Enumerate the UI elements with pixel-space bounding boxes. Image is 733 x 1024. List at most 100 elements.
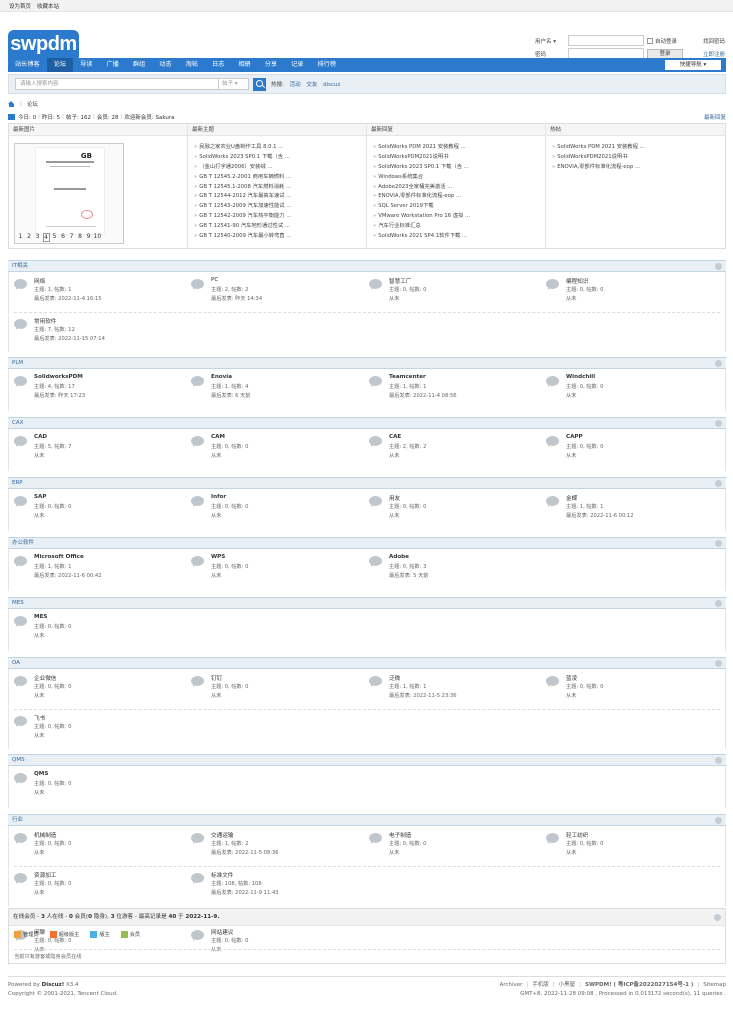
category-header[interactable]: 行业 (8, 814, 726, 826)
forum-icon[interactable] (546, 496, 559, 507)
thread-link[interactable]: GB T 12543-2009 汽车加速性能试 ... (194, 202, 364, 212)
forum-icon[interactable] (14, 676, 27, 687)
forum-item[interactable]: QMS 主题: 0, 帖数: 0 从未 (9, 768, 179, 804)
forum-last-post[interactable]: 从未 (389, 452, 399, 459)
forum-last-post[interactable]: 最后发表: 2022-11-6 00:42 (34, 572, 102, 579)
set-homepage-link[interactable]: 设为首页 (9, 2, 31, 10)
forum-last-post[interactable]: 最后发表: 2022-11-4 16:15 (34, 295, 102, 302)
forum-name[interactable]: 钉钉 (211, 674, 222, 682)
forum-item[interactable]: 标准文件 主题: 108, 帖数: 108 最后发表: 2022-11-9 11:4… (186, 868, 356, 904)
forum-item[interactable]: SAP 主题: 0, 帖数: 0 从未 (9, 491, 179, 527)
category-header[interactable]: QMS (8, 754, 726, 766)
forum-name[interactable]: 编程知识 (566, 277, 588, 285)
forum-name[interactable]: 机械制造 (34, 831, 56, 839)
forum-name[interactable]: MES (34, 614, 47, 620)
forum-last-post[interactable]: 从未 (566, 295, 576, 302)
forum-icon[interactable] (14, 496, 27, 507)
forum-icon[interactable] (546, 676, 559, 687)
online-header[interactable]: 在线会员 - 3 人在线 - 0 会员(0 隐身), 3 位游客 - 最高记录是… (9, 909, 725, 926)
page-number[interactable]: 4 (42, 233, 50, 242)
forum-last-post[interactable]: 从未 (211, 572, 221, 579)
thread-link[interactable]: Windows系统集合 (373, 173, 543, 183)
category-title[interactable]: 行业 (12, 817, 23, 823)
forum-icon[interactable] (191, 833, 204, 844)
forum-item[interactable]: 常用软件 主题: 7, 帖数: 12 最后发表: 2022-11-15 07:14 (9, 314, 179, 350)
forum-last-post[interactable]: 从未 (34, 632, 44, 639)
page-number[interactable]: 7 (68, 233, 75, 242)
forum-item[interactable]: Infor 主题: 0, 帖数: 0 从未 (186, 491, 356, 527)
forum-name[interactable]: 蓝凌 (566, 674, 577, 682)
forum-name[interactable]: CAD (34, 434, 47, 440)
register-link[interactable]: 立即注册 (703, 50, 725, 58)
forum-name[interactable]: Infor (211, 494, 226, 500)
forum-last-post[interactable]: 最后发表: 昨天 17:23 (34, 392, 85, 399)
forum-item[interactable]: PC 主题: 2, 帖数: 2 最后发表: 昨天 14:34 (186, 274, 356, 310)
forum-name[interactable]: QMS (34, 771, 48, 777)
category-title[interactable]: IT相关 (12, 263, 28, 269)
forum-last-post[interactable]: 从未 (211, 452, 221, 459)
forum-icon[interactable] (369, 833, 382, 844)
forum-icon[interactable] (546, 376, 559, 387)
forum-icon[interactable] (14, 716, 27, 727)
category-title[interactable]: CAX (12, 420, 23, 426)
forum-last-post[interactable]: 从未 (389, 295, 399, 302)
stat-welcome[interactable]: 欢迎新会员: Sakura (124, 113, 174, 121)
forum-icon[interactable] (369, 436, 382, 447)
footer-link[interactable]: Archiver (500, 982, 523, 988)
nav-item[interactable]: 相册 (231, 58, 257, 72)
forum-item[interactable]: 泛微 主题: 1, 帖数: 1 最后发表: 2022-11-5 23:36 (364, 671, 534, 707)
thread-link[interactable]: SolidWorksPDM2021说明书 (373, 153, 543, 163)
footer-link[interactable]: SWPDM! ( 粤ICP备2022027154号-1 ) (585, 982, 693, 988)
page-number[interactable]: 10 (94, 233, 102, 242)
hot-link[interactable]: discuz (323, 82, 340, 88)
forum-item[interactable]: 企业微信 主题: 0, 帖数: 0 从未 (9, 671, 179, 707)
forum-name[interactable]: Microsoft Office (34, 554, 84, 560)
forum-name[interactable]: CAE (389, 434, 401, 440)
forum-item[interactable]: Enovia 主题: 1, 帖数: 4 最后发表: 6 天前 (186, 371, 356, 407)
forum-item[interactable]: CAM 主题: 0, 帖数: 0 从未 (186, 431, 356, 467)
favorite-link[interactable]: 收藏本站 (37, 2, 59, 10)
forum-name[interactable]: 企业微信 (34, 674, 56, 682)
forum-item[interactable]: 金蝶 主题: 1, 帖数: 1 最后发表: 2022-11-6 00:12 (541, 491, 711, 527)
category-header[interactable]: ERP (8, 477, 726, 489)
collapse-icon[interactable] (715, 360, 722, 367)
latest-replies-link[interactable]: 最新回复 (704, 113, 726, 121)
thread-link[interactable]: GB T 12542-2009 汽车热平衡能力 ... (194, 212, 364, 222)
collapse-icon[interactable] (715, 757, 722, 764)
forum-icon[interactable] (191, 436, 204, 447)
page-number[interactable]: 6 (60, 233, 67, 242)
forum-name[interactable]: CAPP (566, 434, 583, 440)
forum-last-post[interactable]: 最后发表: 5 天前 (389, 572, 428, 579)
forum-last-post[interactable]: 从未 (34, 732, 44, 739)
forum-name[interactable]: Adobe (389, 554, 409, 560)
forum-icon[interactable] (14, 873, 27, 884)
forum-last-post[interactable]: 最后发表: 2022-11-15 07:14 (34, 335, 105, 342)
forum-name[interactable]: 资源加工 (34, 871, 56, 879)
search-input[interactable]: 请输入搜索内容 (15, 78, 219, 90)
thread-link[interactable]: SolidWorksPDM2021说明书 (552, 153, 722, 163)
forum-last-post[interactable]: 最后发表: 6 天前 (211, 392, 250, 399)
forum-name[interactable]: PC (211, 277, 218, 283)
hot-link[interactable]: 交友 (306, 82, 317, 88)
forum-item[interactable]: 编程知识 主题: 0, 帖数: 0 从未 (541, 274, 711, 310)
category-header[interactable]: 办公软件 (8, 537, 726, 549)
forum-name[interactable]: Windchill (566, 374, 595, 380)
category-title[interactable]: QMS (12, 757, 25, 763)
forum-item[interactable]: Teamcenter 主题: 1, 帖数: 1 最后发表: 2022-11-4 08… (364, 371, 534, 407)
forum-item[interactable]: CAE 主题: 2, 帖数: 2 从未 (364, 431, 534, 467)
forum-item[interactable]: 蓝凌 主题: 0, 帖数: 0 从未 (541, 671, 711, 707)
category-header[interactable]: MES (8, 597, 726, 609)
forum-item[interactable]: WPS 主题: 0, 帖数: 0 从未 (186, 551, 356, 587)
forum-icon[interactable] (191, 873, 204, 884)
forum-name[interactable]: 智慧工厂 (389, 277, 411, 285)
forum-last-post[interactable]: 从未 (389, 512, 399, 519)
forum-icon[interactable] (191, 676, 204, 687)
forum-name[interactable]: SolidworksPDM (34, 374, 83, 380)
forum-icon[interactable] (369, 496, 382, 507)
thread-link[interactable]: SolidWorks 2023 SP0.1 下载（含 ... (373, 163, 543, 173)
thread-link[interactable]: GB T 12544-2012 汽车最高车速试 ... (194, 192, 364, 202)
forum-icon[interactable] (191, 279, 204, 290)
forum-name[interactable]: 交通运输 (211, 831, 233, 839)
hot-link[interactable]: 活动 (290, 82, 301, 88)
thread-link[interactable]: VMware Workstation Pro 16 虚拟 ... (373, 212, 543, 222)
